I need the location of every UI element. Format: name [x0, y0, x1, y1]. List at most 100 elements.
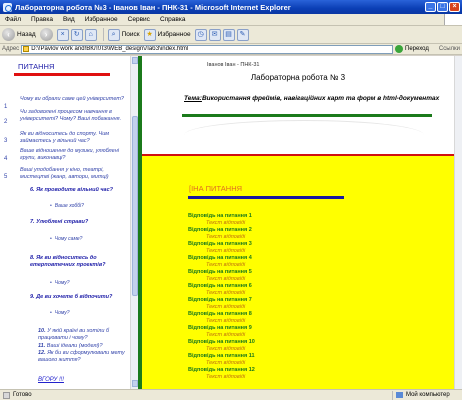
question-4[interactable]: Ваше відношення до музики, улюблені груп… [20, 148, 124, 161]
title-underline [14, 73, 110, 76]
browser-content: ПИТАННЯ Чому ви обрали саме цей універси… [0, 56, 462, 389]
status-bar: Готово Мой компьютер [0, 389, 462, 400]
go-button[interactable]: Переход [405, 46, 437, 52]
question-number: 2 [4, 119, 8, 125]
menu-file[interactable]: Файл [0, 16, 26, 23]
topic-label: Тема: [184, 95, 202, 102]
item-text: Як проводите вільний час? [36, 187, 114, 193]
minimize-button[interactable]: _ [425, 2, 436, 12]
question-10[interactable]: 10. У якій країні ви хотіли б працювати … [38, 328, 126, 341]
links-button[interactable]: Ссылки [437, 46, 462, 52]
address-label: Адрес [2, 46, 20, 52]
back-button[interactable]: ‹ Назад [2, 28, 36, 41]
mail-icon[interactable]: ✉ [208, 28, 221, 41]
question-8-sub[interactable]: Чому? [50, 280, 70, 286]
question-6[interactable]: 6. Як проводите вільний час? [30, 187, 126, 194]
answer-item: Відповідь на питання 12 Текст відповіді [188, 367, 388, 381]
answers-heading: [ІНА ПИТАННЯ [189, 184, 243, 193]
item-text: Як ви відноситесь до етерповтечних проек… [30, 255, 106, 268]
left-scrollbar[interactable] [130, 56, 138, 389]
back-label: Назад [17, 31, 36, 38]
close-button[interactable]: × [449, 2, 460, 12]
answer-text: Текст відповіді [206, 303, 246, 310]
edit-icon[interactable]: ✎ [236, 28, 249, 41]
item-num: 8. [30, 255, 35, 261]
background-arc [184, 120, 424, 150]
go-arrow-icon[interactable] [395, 45, 404, 53]
back-to-top-link[interactable]: ВГОРУ !!! [38, 377, 64, 383]
answer-text: Текст відповіді [206, 373, 246, 380]
menu-tools[interactable]: Сервис [123, 16, 155, 23]
answer-item: Відповідь на питання 7 Текст відповіді [188, 297, 388, 311]
questions-title: ПИТАННЯ [18, 62, 55, 71]
question-8[interactable]: 8. Як ви відноситесь до етерповтечних пр… [30, 255, 126, 268]
window-title: Лабораторна робота №3 - Іванов Іван - ПН… [15, 2, 291, 12]
question-11[interactable]: 11. Ваші ідеали (моделі)? [38, 343, 126, 350]
answer-text: Текст відповіді [206, 233, 246, 240]
search-icon: ⌕ [107, 28, 120, 41]
star-icon: ★ [143, 28, 156, 41]
right-frame: Іванов Іван - ПНК-31 Лабораторна робота … [142, 56, 462, 389]
answer-item: Відповідь на питання 3 Текст відповіді [188, 241, 388, 255]
computer-icon [396, 392, 403, 398]
answer-text: Текст відповіді [206, 331, 246, 338]
answer-text: Текст відповіді [206, 345, 246, 352]
answer-item: Відповідь на питання 9 Текст відповіді [188, 325, 388, 339]
topic-divider [182, 114, 432, 117]
right-scrollbar[interactable] [454, 56, 462, 389]
zone-text: Мой компьютер [406, 392, 450, 398]
favorites-button[interactable]: ★ Избранное [143, 28, 191, 41]
answer-item: Відповідь на питання 11 Текст відповіді [188, 353, 388, 367]
answers-section: [ІНА ПИТАННЯ Відповідь на питання 1 Текст… [142, 156, 462, 389]
answer-item: Відповідь на питання 6 Текст відповіді [188, 283, 388, 297]
menu-favorites[interactable]: Избранное [80, 16, 123, 23]
answer-item: Відповідь на питання 8 Текст відповіді [188, 311, 388, 325]
lab-title: Лабораторна робота № 3 [250, 73, 346, 82]
forward-button[interactable]: › [39, 28, 53, 41]
question-9[interactable]: 9. Де ви хочете б відпочити? [30, 294, 126, 301]
answer-item: Відповідь на питання 5 Текст відповіді [188, 269, 388, 283]
question-1[interactable]: Чому ви обрали саме цей університет? [20, 96, 124, 103]
answer-text: Текст відповіді [206, 261, 246, 268]
menu-view[interactable]: Вид [58, 16, 80, 23]
address-input[interactable]: D:\!Pavlov work and!ВКЛ!ЛЗ\WEB_design\Ла… [21, 44, 394, 54]
zone-indicator: Мой компьютер [392, 390, 462, 400]
refresh-icon[interactable]: ↻ [70, 28, 83, 41]
title-bar: Лабораторна робота №3 - Іванов Іван - ПН… [0, 0, 462, 14]
answer-item: Відповідь на питання 10 Текст відповіді [188, 339, 388, 353]
question-2[interactable]: Чи задоволені процесом навчання в універ… [20, 109, 124, 122]
question-5[interactable]: Ваші уподобання у кіно, театрі, мистецтв… [20, 167, 124, 180]
item-text: Де ви хочете б відпочити? [36, 294, 113, 300]
page-status-icon [3, 391, 10, 399]
menu-edit[interactable]: Правка [26, 16, 58, 23]
question-7[interactable]: 7. Улюблені страви? [30, 219, 126, 226]
item-num: 10. [38, 328, 46, 334]
menu-help[interactable]: Справка [155, 16, 191, 23]
question-12[interactable]: 12. Як би ви сформулювали мету вашого жи… [38, 350, 126, 363]
question-3[interactable]: Як ви відноситесь до спорту. Чим займаєт… [20, 131, 124, 144]
answer-text: Текст відповіді [206, 275, 246, 282]
question-7-sub[interactable]: Чому саме? [50, 236, 83, 242]
question-6-sub[interactable]: Ваше хоббі? [50, 203, 84, 209]
item-text: У якій країні ви хотіли б працювати і чо… [38, 328, 110, 341]
back-arrow-icon: ‹ [2, 28, 15, 41]
search-button[interactable]: ⌕ Поиск [107, 28, 140, 41]
maximize-button[interactable]: □ [437, 2, 448, 12]
question-9-sub[interactable]: Чому? [50, 310, 70, 316]
favorites-label: Избранное [157, 31, 191, 38]
status-text: Готово [13, 392, 32, 398]
forward-arrow-icon: › [39, 28, 53, 41]
topic-text: Використання фреймів, навігаційних карт … [201, 95, 440, 102]
answer-text: Текст відповіді [206, 247, 246, 254]
author-name: Іванов Іван - ПНК-31 [207, 62, 260, 68]
print-icon[interactable]: ▤ [222, 28, 235, 41]
home-icon[interactable]: ⌂ [84, 28, 97, 41]
page-icon [23, 46, 30, 52]
item-num: 9. [30, 294, 35, 300]
item-num: 12. [38, 350, 46, 356]
question-number: 5 [4, 174, 8, 180]
header-section: Іванов Іван - ПНК-31 Лабораторна робота … [142, 56, 462, 154]
answer-item: Відповідь на питання 2 Текст відповіді [188, 227, 388, 241]
stop-icon[interactable]: × [56, 28, 69, 41]
history-icon[interactable]: ◷ [194, 28, 207, 41]
